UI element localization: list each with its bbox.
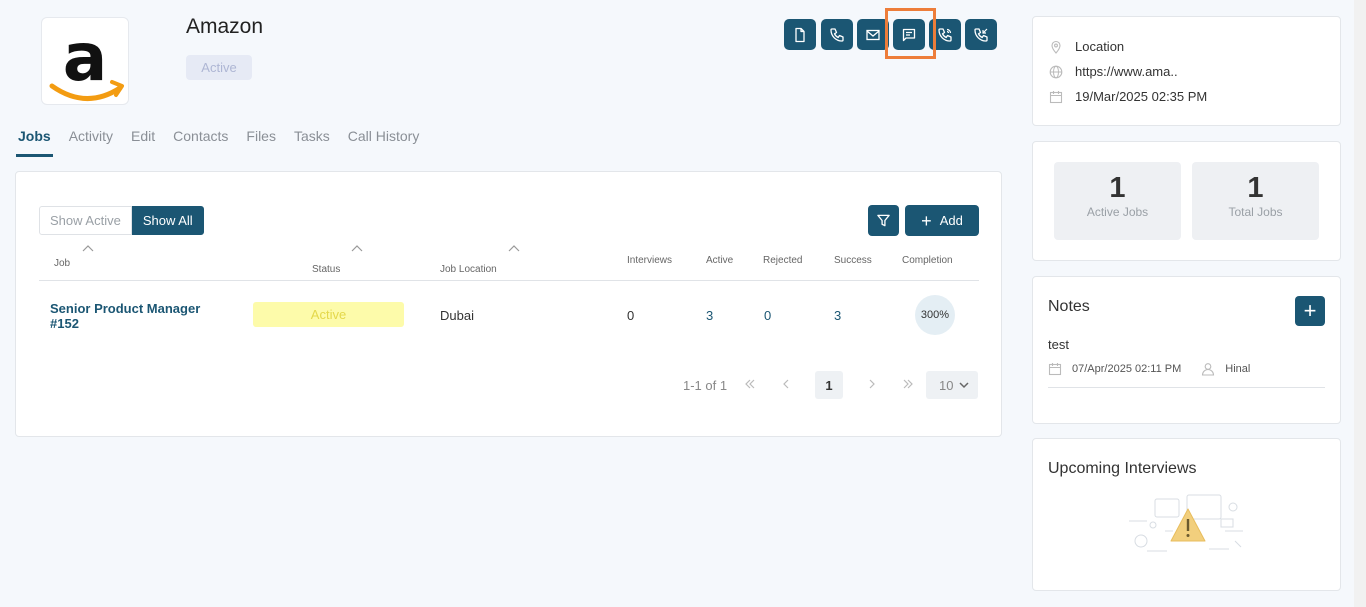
last-page-icon[interactable] xyxy=(901,377,915,391)
current-page-button[interactable]: 1 xyxy=(815,371,843,399)
tab-call-history[interactable]: Call History xyxy=(346,128,422,157)
column-header-status: Status xyxy=(312,264,341,275)
chevron-down-icon xyxy=(959,382,969,389)
note-date: 07/Apr/2025 02:11 PM xyxy=(1072,363,1182,375)
user-icon xyxy=(1202,363,1215,376)
next-page-icon[interactable] xyxy=(865,377,879,391)
job-stats-card: 1 Active Jobs 1 Total Jobs xyxy=(1032,141,1341,261)
company-info-card: Location https://www.ama.. 19/Mar/2025 0… xyxy=(1032,16,1341,126)
location-pin-icon xyxy=(1051,40,1061,54)
phone-icon xyxy=(830,27,844,42)
mail-icon xyxy=(866,29,880,40)
total-jobs-label: Total Jobs xyxy=(1228,205,1283,219)
add-job-label: Add xyxy=(939,213,963,228)
column-header-completion: Completion xyxy=(902,255,953,266)
calendar-icon xyxy=(1049,90,1063,103)
plus-icon: + xyxy=(921,210,932,231)
calendar-icon xyxy=(1048,363,1062,376)
job-status-badge: Active xyxy=(253,302,404,327)
phone-outgoing-icon xyxy=(938,27,952,42)
tab-tasks[interactable]: Tasks xyxy=(292,128,332,157)
show-active-button[interactable]: Show Active xyxy=(39,206,132,235)
website-row: https://www.ama.. xyxy=(1049,64,1178,79)
job-active-count[interactable]: 3 xyxy=(706,308,713,323)
job-rejected-count[interactable]: 0 xyxy=(764,308,771,323)
job-success-count[interactable]: 3 xyxy=(834,308,841,323)
tab-bar: Jobs Activity Edit Contacts Files Tasks … xyxy=(16,128,435,157)
upcoming-interviews-card: Upcoming Interviews xyxy=(1032,438,1341,591)
job-title-link[interactable]: Senior Product Manager #152 xyxy=(50,301,220,331)
created-date: 19/Mar/2025 02:35 PM xyxy=(1075,89,1208,104)
filter-button[interactable] xyxy=(868,205,899,236)
column-header-active: Active xyxy=(706,255,734,266)
per-page-select[interactable]: 10 xyxy=(926,371,978,399)
upcoming-interviews-title: Upcoming Interviews xyxy=(1048,460,1197,477)
active-jobs-stat: 1 Active Jobs xyxy=(1054,162,1181,240)
incoming-call-button[interactable] xyxy=(965,19,997,50)
total-jobs-stat: 1 Total Jobs xyxy=(1192,162,1319,240)
job-title: Senior Product Manager xyxy=(50,301,201,316)
per-page-value: 10 xyxy=(939,377,954,393)
tab-files[interactable]: Files xyxy=(244,128,278,157)
active-jobs-label: Active Jobs xyxy=(1086,205,1149,219)
filter-icon xyxy=(877,214,890,227)
call-button[interactable] xyxy=(821,19,853,50)
show-all-button[interactable]: Show All xyxy=(131,206,204,235)
note-author: Hinal xyxy=(1225,363,1251,375)
company-name: Amazon xyxy=(186,15,264,38)
note-text: test xyxy=(1048,337,1069,352)
email-button[interactable] xyxy=(857,19,889,50)
table-header-divider xyxy=(39,280,979,281)
column-header-success: Success xyxy=(834,255,872,266)
message-icon xyxy=(902,28,916,41)
notes-card: Notes + test 07/Apr/2025 02:11 PM Hinal xyxy=(1032,276,1341,424)
tab-jobs[interactable]: Jobs xyxy=(16,128,53,157)
created-date-row: 19/Mar/2025 02:35 PM xyxy=(1049,89,1207,104)
active-toggle: Show Active Show All xyxy=(39,206,204,235)
location-text: Location xyxy=(1075,39,1125,54)
sort-status-icon[interactable] xyxy=(351,244,363,252)
job-interviews-count: 0 xyxy=(627,308,635,323)
globe-icon xyxy=(1049,65,1063,78)
note-meta: 07/Apr/2025 02:11 PM Hinal xyxy=(1048,362,1250,376)
amazon-logo: a xyxy=(49,19,124,101)
column-header-rejected: Rejected xyxy=(763,255,803,266)
company-status-badge: Active xyxy=(186,55,252,80)
call-log-button[interactable] xyxy=(929,19,961,50)
add-job-button[interactable]: + Add xyxy=(905,205,979,236)
sort-location-icon[interactable] xyxy=(508,244,520,252)
column-header-job: Job xyxy=(54,258,71,269)
message-button[interactable] xyxy=(893,19,925,50)
website-link[interactable]: https://www.ama.. xyxy=(1075,64,1178,79)
first-page-icon[interactable] xyxy=(743,377,757,391)
job-id: #152 xyxy=(50,316,79,331)
previous-page-icon[interactable] xyxy=(779,377,793,391)
phone-incoming-icon xyxy=(974,27,988,42)
column-header-interviews: Interviews xyxy=(627,255,673,266)
document-icon xyxy=(795,27,805,42)
column-header-location: Job Location xyxy=(440,264,497,275)
tab-edit[interactable]: Edit xyxy=(129,128,157,157)
pagination-range: 1-1 of 1 xyxy=(683,377,728,393)
sort-job-icon[interactable] xyxy=(82,244,94,252)
job-completion: 300% xyxy=(915,295,955,335)
svg-text:a: a xyxy=(63,19,108,96)
company-logo: a xyxy=(41,17,129,105)
tab-activity[interactable]: Activity xyxy=(67,128,115,157)
document-button[interactable] xyxy=(784,19,816,50)
add-note-button[interactable]: + xyxy=(1295,296,1325,326)
total-jobs-count: 1 xyxy=(1247,172,1264,204)
job-location: Dubai xyxy=(440,308,474,323)
page-scrollbar[interactable] xyxy=(1354,0,1366,607)
active-jobs-count: 1 xyxy=(1109,172,1126,204)
tab-contacts[interactable]: Contacts xyxy=(171,128,230,157)
jobs-panel: Show Active Show All + Add Job Status Jo… xyxy=(15,171,1002,437)
notes-title: Notes xyxy=(1048,298,1090,315)
note-divider xyxy=(1048,387,1325,388)
location-row: Location xyxy=(1049,39,1124,54)
empty-state-illustration xyxy=(1129,494,1243,552)
